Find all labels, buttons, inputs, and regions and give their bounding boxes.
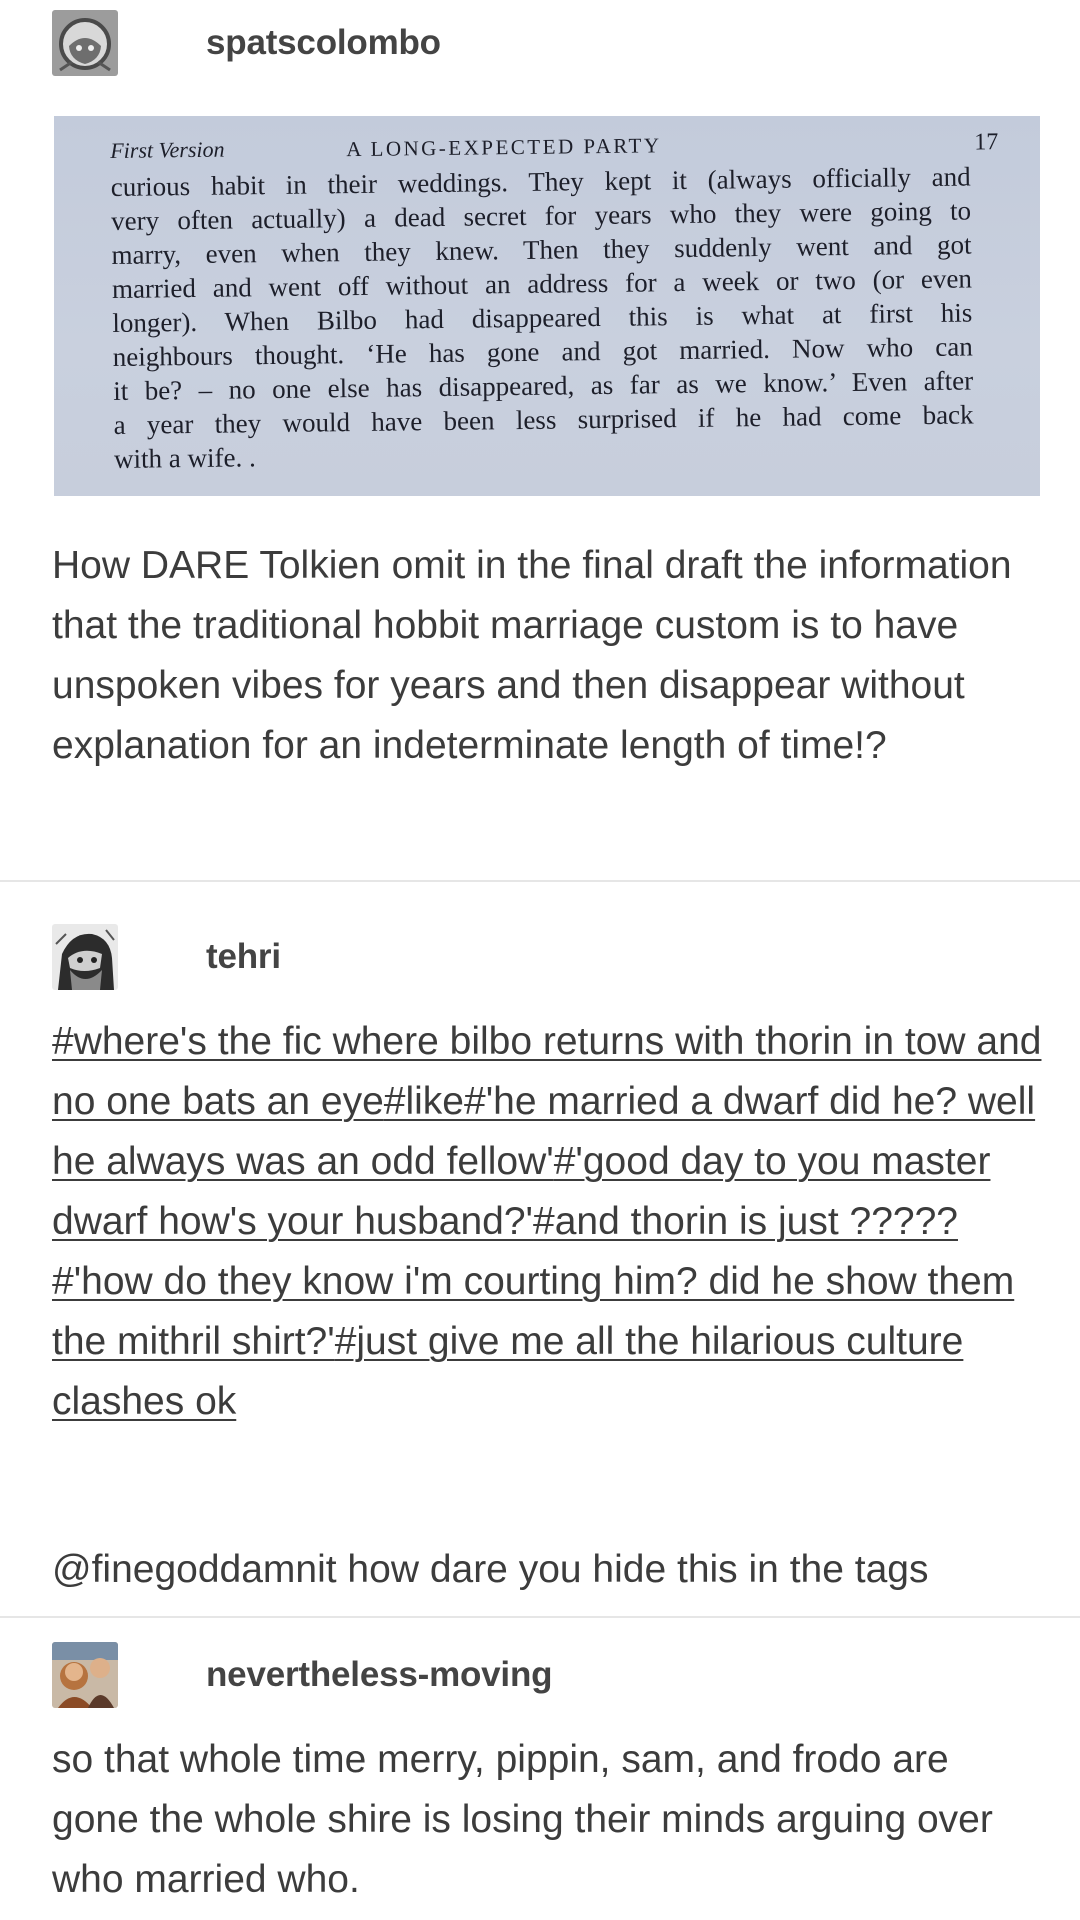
astronaut-helmet-avatar-icon[interactable]	[52, 10, 118, 76]
post-header: spatscolombo	[52, 10, 441, 76]
book-header-left: First Version	[110, 136, 225, 163]
tag-link[interactable]: #like	[384, 1080, 464, 1123]
post-nevertheless-moving: nevertheless-moving so that whole time m…	[0, 1618, 1080, 1920]
username[interactable]: spatscolombo	[206, 23, 441, 63]
username[interactable]: nevertheless-moving	[206, 1655, 553, 1695]
post-tags: #where's the fic where bilbo returns wit…	[52, 1012, 1052, 1432]
username[interactable]: tehri	[206, 937, 281, 977]
post-header: tehri	[52, 924, 281, 990]
post-body-text: so that whole time merry, pippin, sam, a…	[52, 1738, 993, 1901]
book-header-title: A LONG-EXPECTED PARTY	[346, 133, 662, 162]
book-text: curious habit in their weddings. They ke…	[111, 159, 975, 475]
hobbit-photo-avatar-icon[interactable]	[52, 1642, 118, 1708]
post-header: nevertheless-moving	[52, 1642, 553, 1708]
book-page: First Version A LONG-EXPECTED PARTY 17 c…	[110, 117, 998, 475]
tag-link[interactable]: #and thorin is just ?????	[533, 1200, 958, 1243]
book-page-number: 17	[974, 129, 999, 156]
post-spatscolombo: spatscolombo First Version A LONG-EXPECT…	[0, 0, 1080, 880]
book-scan-image: First Version A LONG-EXPECTED PARTY 17 c…	[54, 116, 1040, 496]
post-body-text: How DARE Tolkien omit in the final draft…	[52, 544, 1012, 767]
post-body-text: @finegoddamnit how dare you hide this in…	[52, 1548, 929, 1591]
post-tehri: tehri #where's the fic where bilbo retur…	[0, 882, 1080, 1622]
dwarf-drawing-avatar-icon[interactable]	[52, 924, 118, 990]
